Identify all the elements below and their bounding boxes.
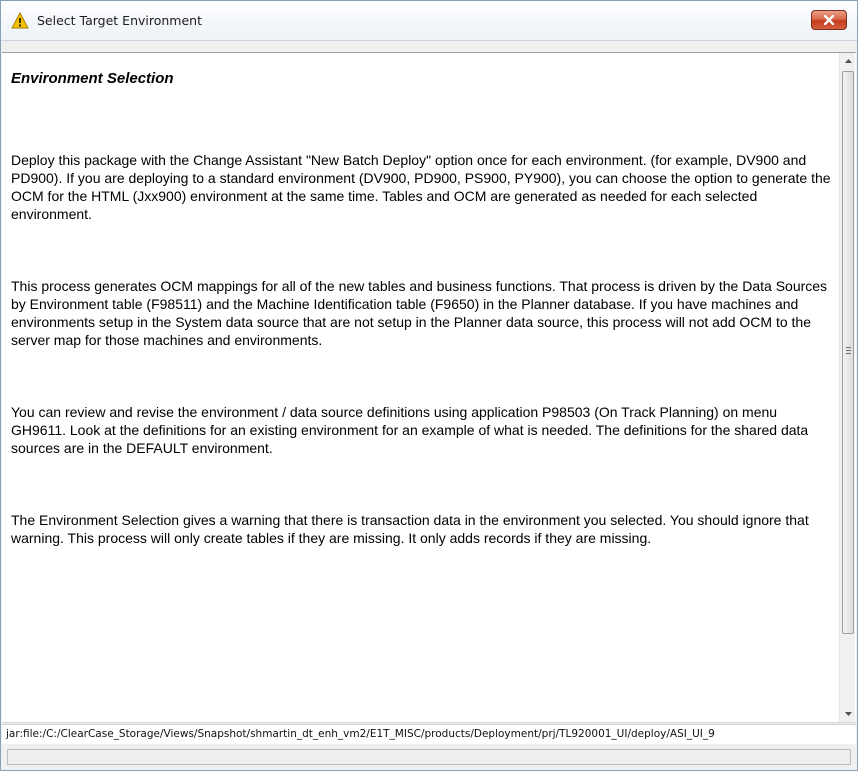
progress-bar — [7, 749, 851, 765]
content-text: Environment Selection Deploy this packag… — [11, 70, 833, 601]
paragraph: The Environment Selection gives a warnin… — [11, 512, 809, 546]
paragraph: You can review and revise the environmen… — [11, 404, 809, 456]
paragraph: Deploy this package with the Change Assi… — [11, 152, 831, 222]
content-pane[interactable]: Environment Selection Deploy this packag… — [2, 52, 856, 723]
dialog-window: Select Target Environment Environment Se… — [0, 0, 858, 771]
grip-icon — [846, 347, 851, 354]
arrow-up-icon — [844, 59, 852, 63]
scroll-thumb[interactable] — [842, 71, 854, 634]
title-bar[interactable]: Select Target Environment — [1, 1, 857, 41]
close-icon — [823, 15, 835, 25]
vertical-scrollbar[interactable] — [839, 53, 855, 722]
scroll-up-button[interactable] — [840, 53, 856, 69]
arrow-down-icon — [844, 712, 852, 716]
section-heading: Environment Selection — [11, 70, 174, 87]
scroll-down-button[interactable] — [840, 706, 856, 722]
warning-icon — [11, 12, 29, 29]
status-bar: jar:file:/C:/ClearCase_Storage/Views/Sna… — [2, 724, 856, 744]
close-button[interactable] — [811, 10, 847, 30]
paragraph: This process generates OCM mappings for … — [11, 278, 828, 348]
window-title: Select Target Environment — [37, 13, 202, 28]
